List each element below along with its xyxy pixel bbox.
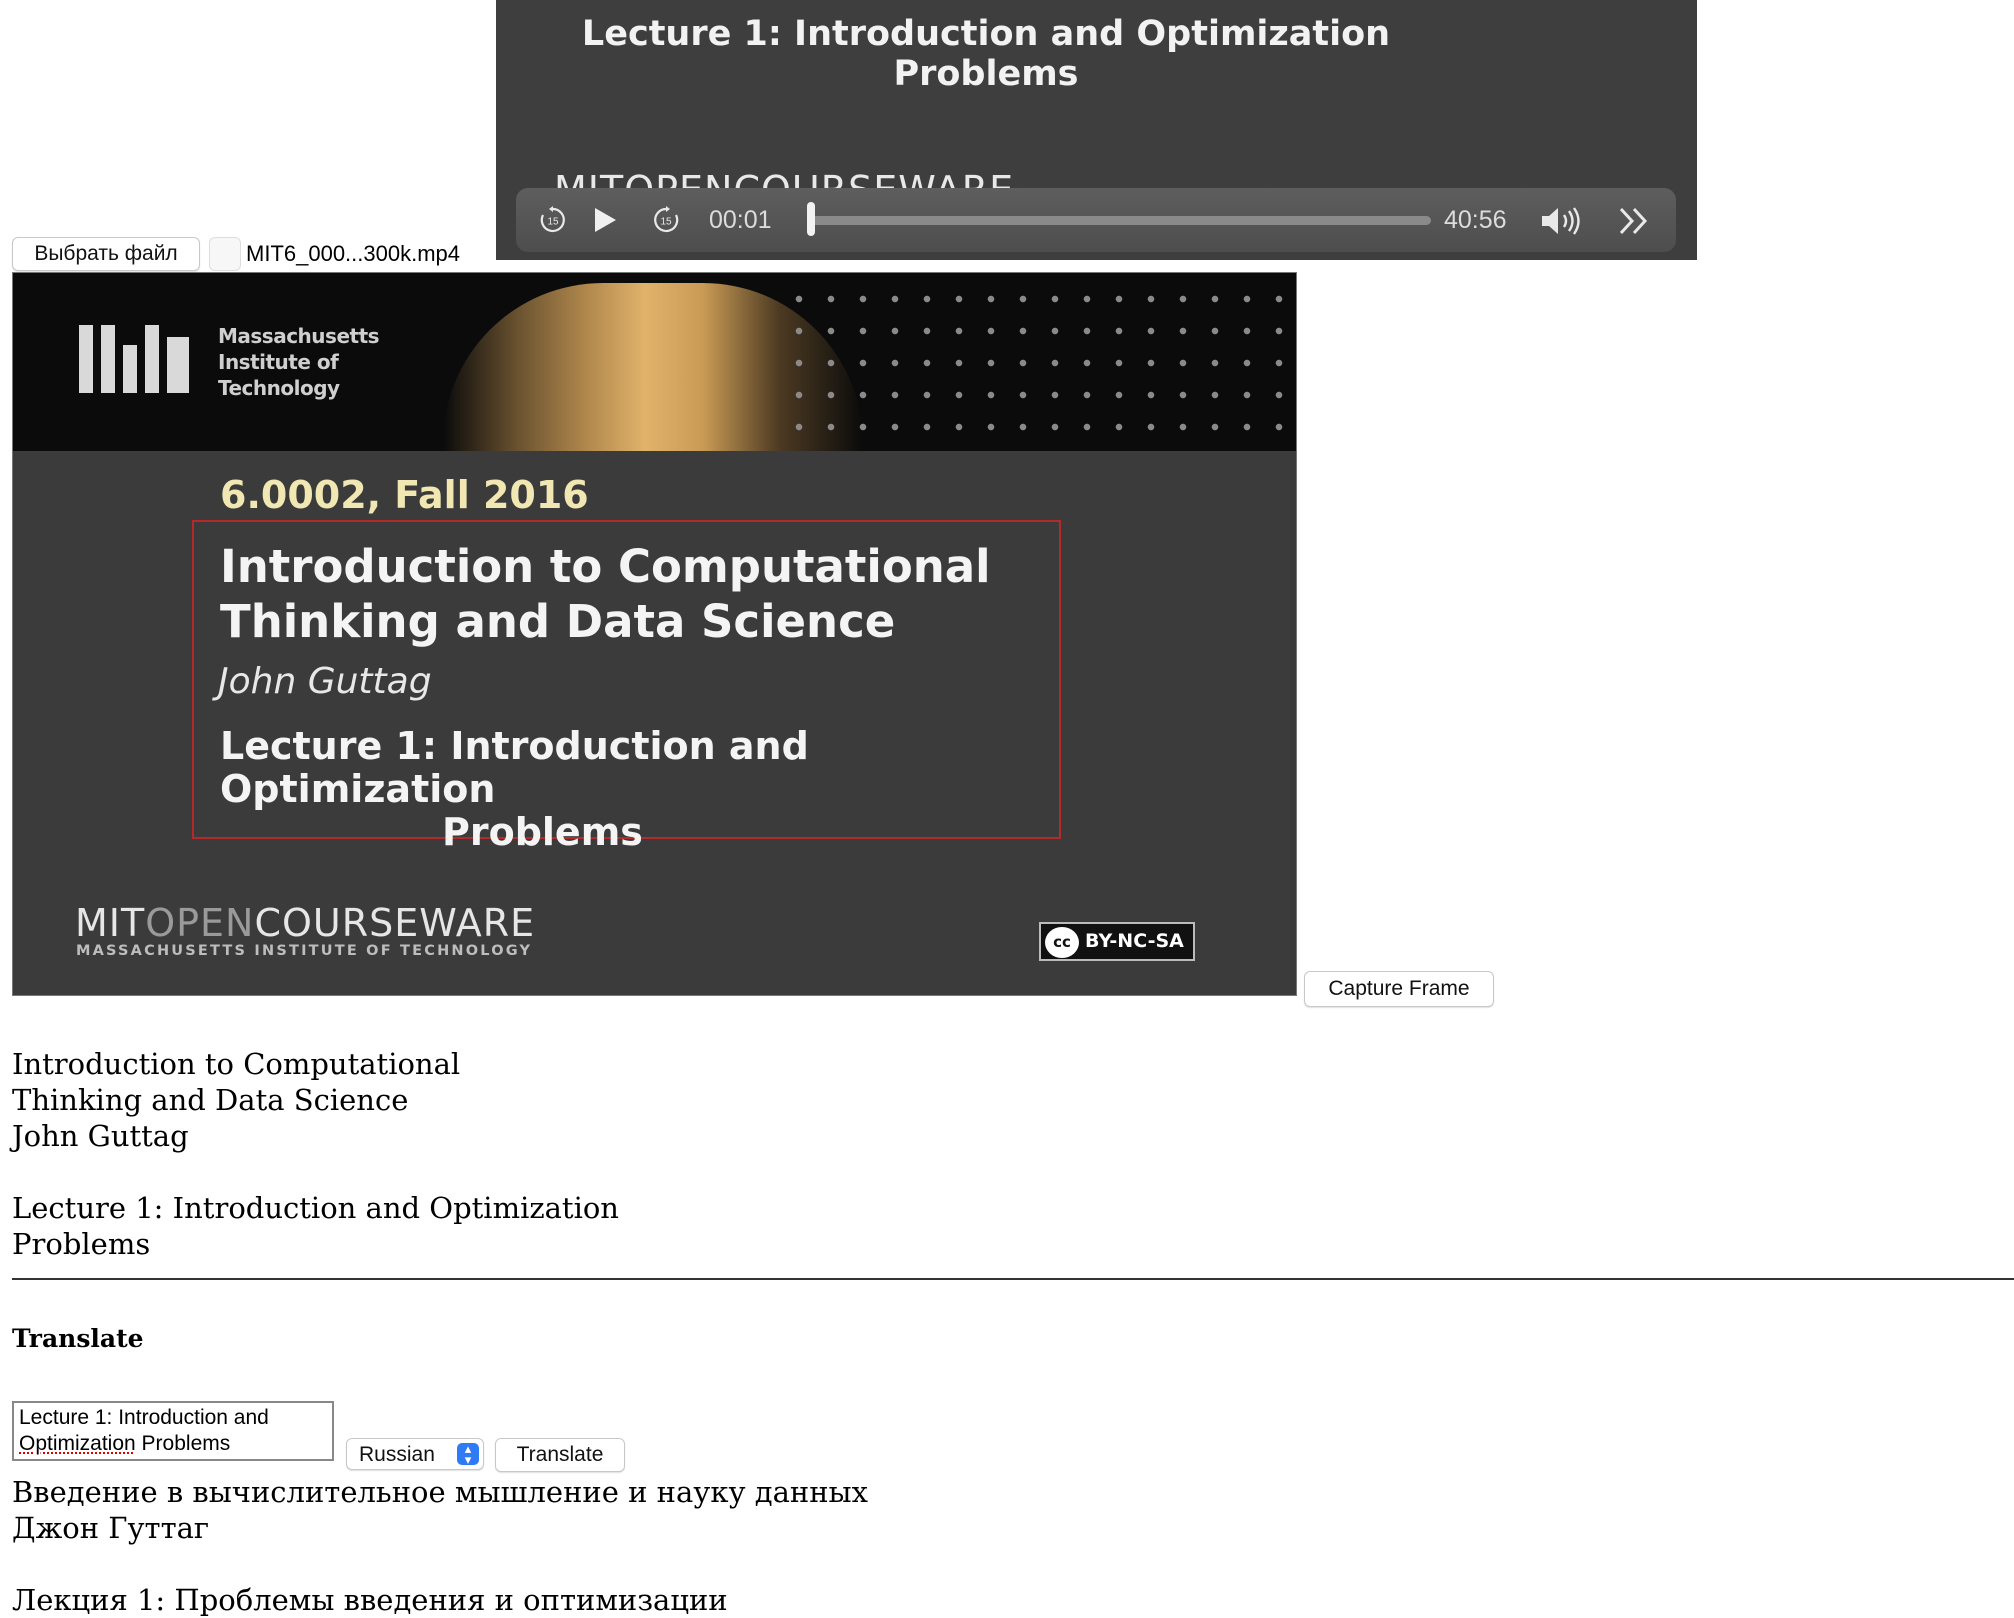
slide-lecture-title: Lecture 1: Introduction and Optimization… <box>220 725 1060 854</box>
slide-title: Introduction to Computational Thinking a… <box>220 539 1040 649</box>
player-controls: 15 15 00:01 40:56 <box>516 188 1676 252</box>
player-overlay-brand: MITOPENCOURSEWARE <box>554 170 1014 188</box>
translation-result-block-1: Введение в вычислительное мышление и нау… <box>12 1474 868 1546</box>
extracted-text-block-1: Introduction to Computational Thinking a… <box>12 1046 460 1154</box>
main-video[interactable]: Massachusetts Institute of Technology 6.… <box>12 272 1297 996</box>
skip-back-15-icon[interactable]: 15 <box>538 205 568 235</box>
duration-time: 40:56 <box>1444 206 1507 235</box>
translate-button[interactable]: Translate <box>495 1438 625 1472</box>
section-divider <box>12 1278 2014 1280</box>
course-code: 6.0002, Fall 2016 <box>220 473 589 517</box>
cc-license-badge: ccBY-NC-SA <box>1039 922 1195 961</box>
slide-banner: Massachusetts Institute of Technology <box>13 273 1296 451</box>
current-time: 00:01 <box>709 206 772 235</box>
svg-text:15: 15 <box>547 217 559 228</box>
extracted-text-block-2: Lecture 1: Introduction and Optimization… <box>12 1190 619 1262</box>
capture-frame-button[interactable]: Capture Frame <box>1304 971 1494 1007</box>
seek-bar[interactable] <box>811 216 1431 225</box>
skip-forward-15-icon[interactable]: 15 <box>651 205 681 235</box>
video-player-pip[interactable]: Lecture 1: Introduction and Optimization… <box>496 0 1697 260</box>
file-thumbnail <box>209 237 241 271</box>
language-select[interactable]: Russian ▴▾ <box>346 1438 484 1470</box>
choose-file-button[interactable]: Выбрать файл <box>12 237 200 271</box>
volume-icon[interactable] <box>1540 204 1588 242</box>
seek-handle[interactable] <box>807 202 815 236</box>
mit-logo <box>79 325 197 393</box>
ocw-subtitle: MASSACHUSETTS INSTITUTE OF TECHNOLOGY <box>76 943 532 959</box>
slide-author: John Guttag <box>218 661 432 702</box>
translation-result-block-2: Лекция 1: Проблемы введения и оптимизаци… <box>12 1582 728 1618</box>
selected-file-name: MIT6_000...300k.mp4 <box>246 238 460 270</box>
play-icon[interactable] <box>592 206 618 238</box>
dot-pattern <box>783 283 1293 443</box>
translate-source-textarea[interactable]: Lecture 1: Introduction and Optimization… <box>12 1401 334 1461</box>
cc-icon: cc <box>1045 927 1079 958</box>
institution-name: Massachusetts Institute of Technology <box>218 323 379 401</box>
select-chevron-icon: ▴▾ <box>457 1443 479 1465</box>
player-overlay-title: Lecture 1: Introduction and Optimization… <box>496 14 1476 94</box>
svg-text:15: 15 <box>660 217 672 228</box>
ocw-logo: MITOPENCOURSEWARE <box>75 901 535 945</box>
fast-forward-icon[interactable] <box>1617 206 1651 240</box>
translate-heading: Translate <box>12 1324 144 1353</box>
